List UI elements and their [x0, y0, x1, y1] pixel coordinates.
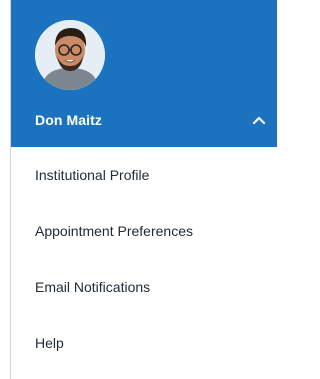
- user-name: Don Maitz: [35, 112, 103, 128]
- menu-item-help[interactable]: Help: [11, 315, 277, 371]
- user-menu: Institutional Profile Appointment Prefer…: [11, 147, 277, 371]
- menu-item-appointment-preferences[interactable]: Appointment Preferences: [11, 203, 277, 259]
- menu-item-institutional-profile[interactable]: Institutional Profile: [11, 147, 277, 203]
- user-header[interactable]: Don Maitz: [11, 0, 277, 147]
- menu-item-email-notifications[interactable]: Email Notifications: [11, 259, 277, 315]
- avatar-photo-icon: [35, 20, 105, 90]
- user-menu-panel: Don Maitz Institutional Profile Appointm…: [10, 0, 277, 379]
- chevron-up-icon[interactable]: [251, 112, 267, 128]
- avatar[interactable]: [35, 20, 105, 90]
